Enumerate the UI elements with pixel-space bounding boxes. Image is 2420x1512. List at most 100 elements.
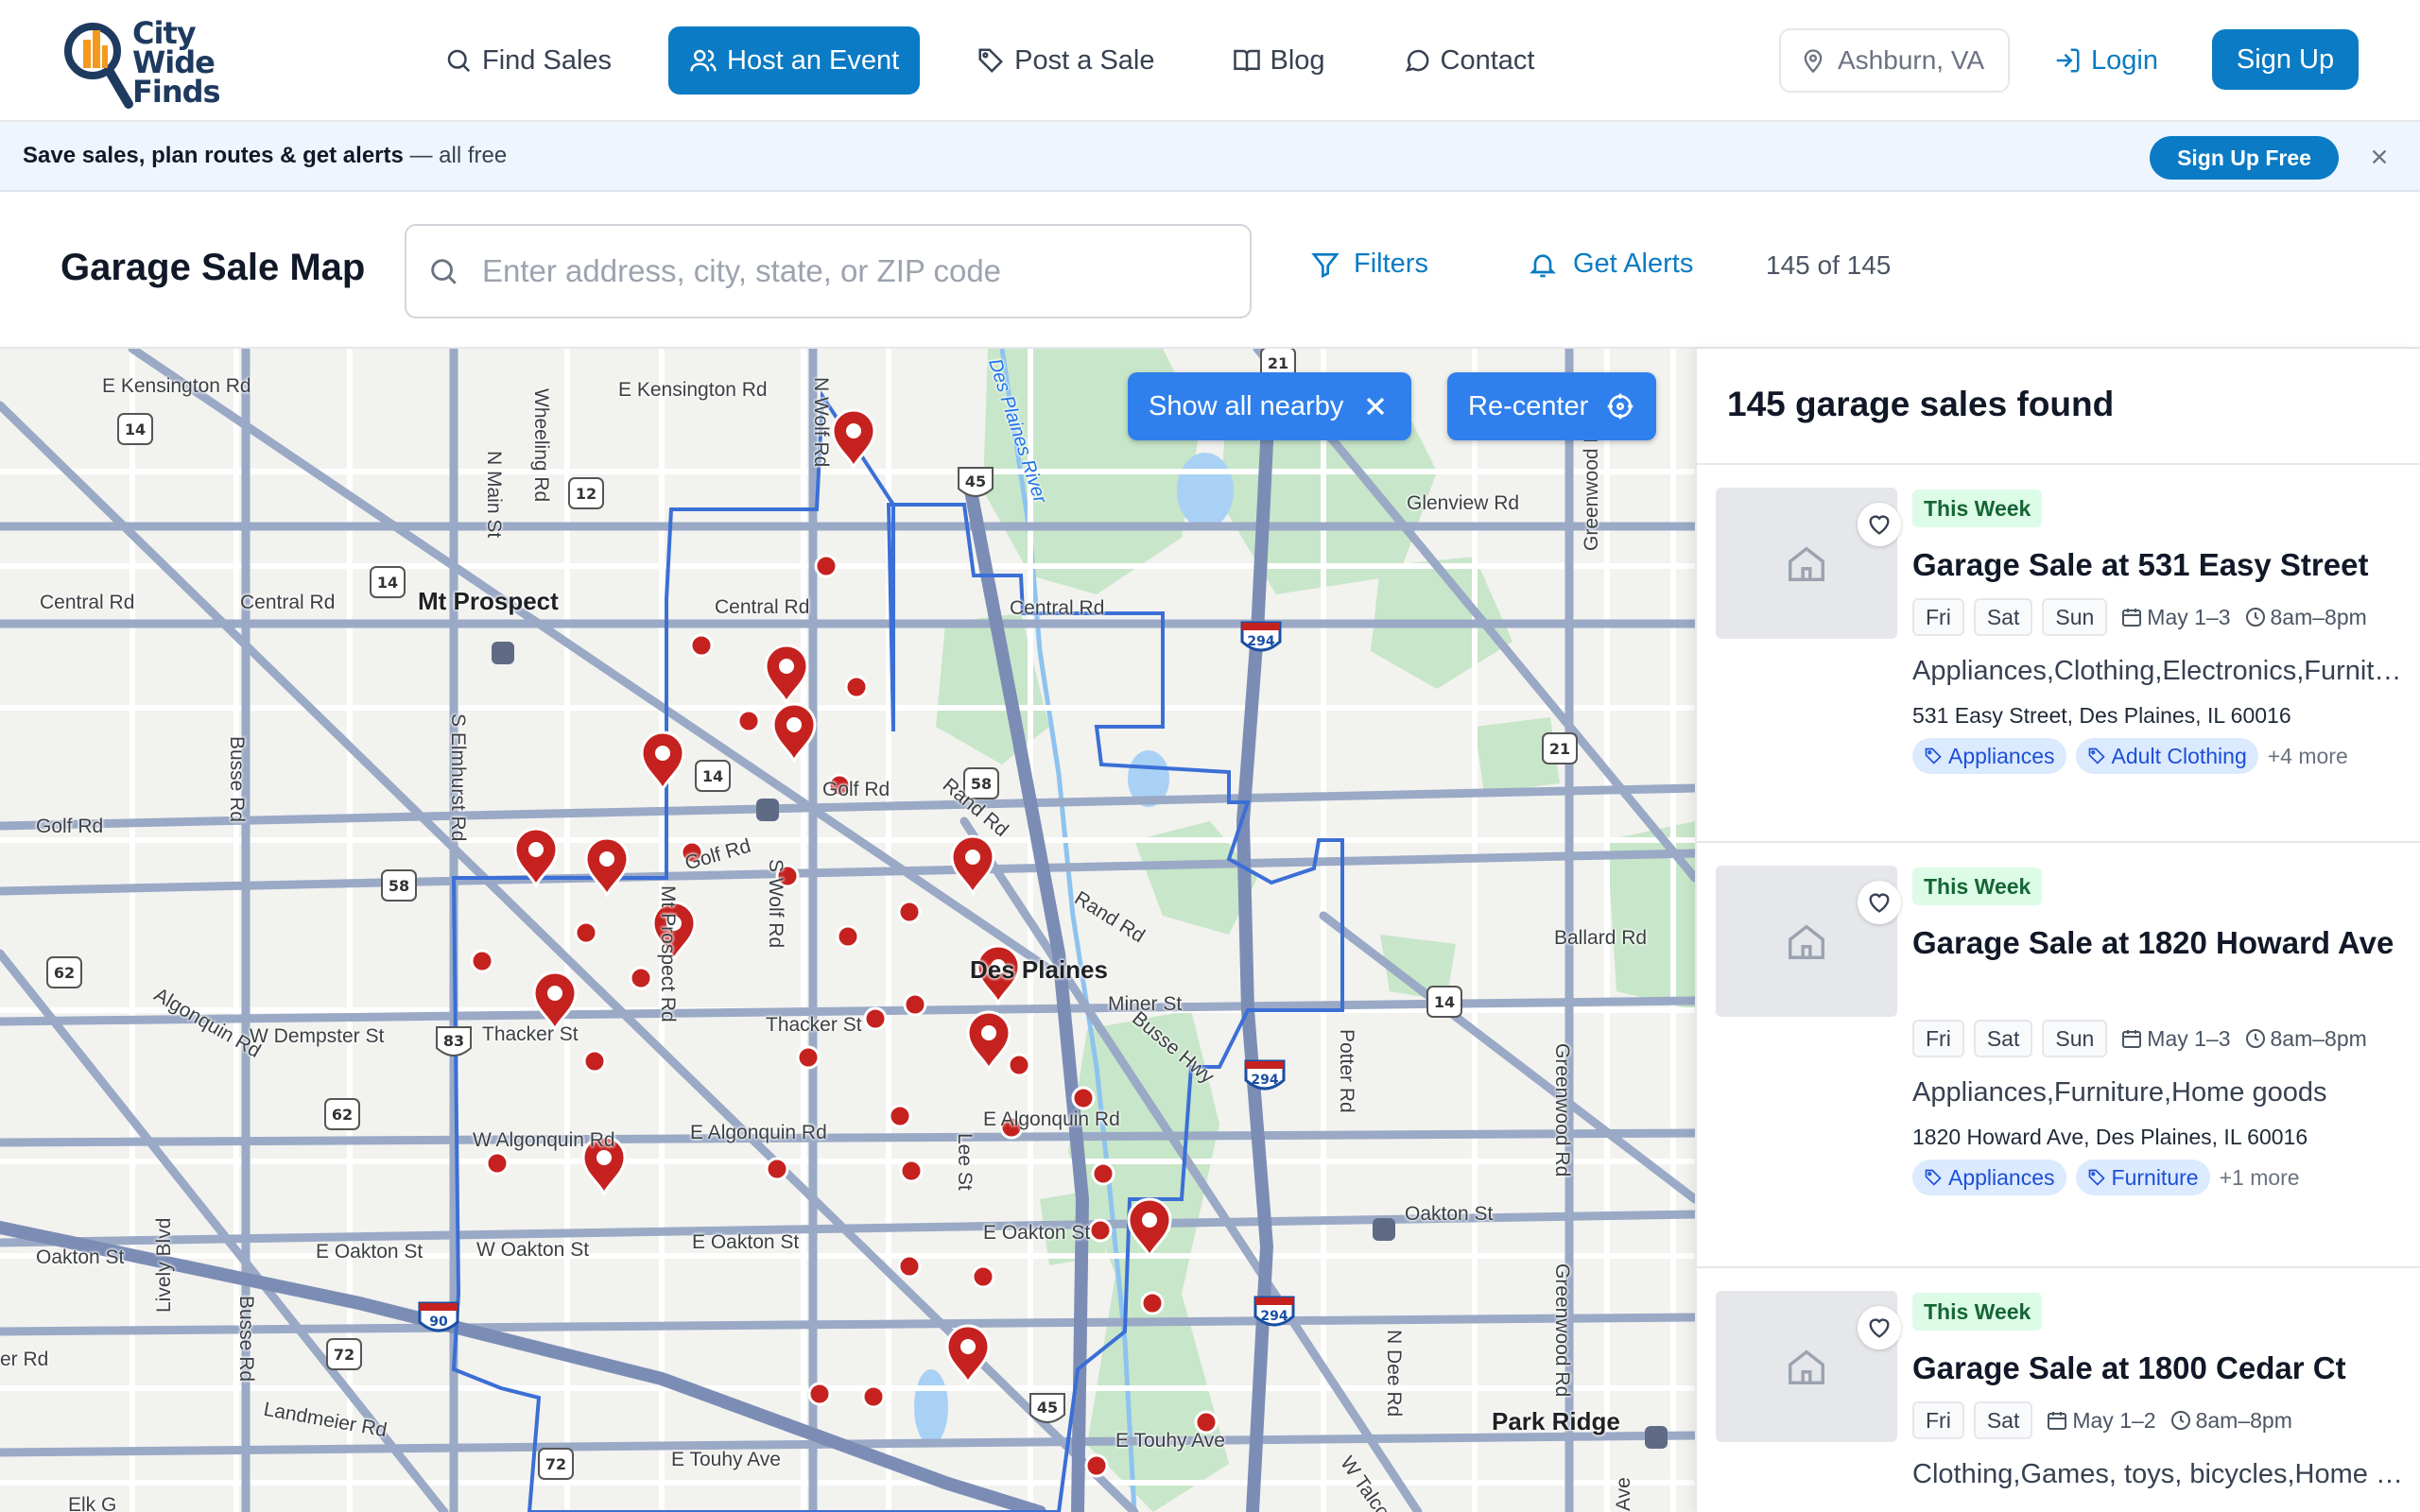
nav-blog[interactable]: Blog <box>1212 26 1346 94</box>
svg-text:14: 14 <box>377 574 398 592</box>
svg-text:21: 21 <box>1268 354 1288 372</box>
sale-days: Fri Sat May 1–2 8am–8pm <box>1912 1400 2292 1440</box>
sale-card[interactable]: This Week Garage Sale at 1800 Cedar Ct F… <box>1697 1268 2420 1512</box>
nav-host-event[interactable]: Host an Event <box>668 26 921 94</box>
category-tag: Adult Clothing <box>2075 738 2258 774</box>
nav-label: Post a Sale <box>1014 44 1155 76</box>
time-text: 8am–8pm <box>2195 1407 2292 1433</box>
map-label: Lee St <box>954 1133 976 1191</box>
map-canvas[interactable]: 14 12 45 21 14 14 294 21 58 14 58 62 83 … <box>0 349 1695 1512</box>
recenter-button[interactable]: Re-center <box>1447 372 1657 440</box>
sale-time: 8am–8pm <box>2169 1408 2292 1434</box>
show-all-nearby-button[interactable]: Show all nearby <box>1128 372 1412 440</box>
map-label: Wheeling Rd <box>530 388 552 503</box>
svg-text:294: 294 <box>1247 634 1274 649</box>
sale-thumbnail <box>1716 866 1901 1017</box>
sale-card[interactable]: This Week Garage Sale at 1820 Howard Ave… <box>1697 843 2420 1268</box>
logo-magnifier-icon <box>64 23 133 109</box>
map-label: S Wolf Rd <box>765 859 786 949</box>
sale-days: Fri Sat Sun May 1–3 8am–8pm <box>1912 1019 2367 1058</box>
map-label: E Algonquin Rd <box>690 1122 827 1143</box>
promo-signup-button[interactable]: Sign Up Free <box>2150 136 2339 180</box>
map-label: er Rd <box>0 1349 49 1370</box>
svg-text:58: 58 <box>389 877 409 895</box>
home-icon <box>1789 1349 1824 1384</box>
calendar-icon <box>2048 1412 2067 1430</box>
sale-card[interactable]: This Week Garage Sale at 531 Easy Street… <box>1697 465 2420 843</box>
nav-post-sale[interactable]: Post a Sale <box>956 26 1175 94</box>
nav-label: Host an Event <box>727 44 900 76</box>
map-label: E Touhy Ave <box>671 1449 781 1470</box>
map-label: Glenview Rd <box>1407 492 1520 514</box>
search-input[interactable] <box>482 253 1238 289</box>
nav-find-sales[interactable]: Find Sales <box>424 26 632 94</box>
filters-button[interactable]: Filters <box>1310 249 1428 280</box>
sale-address: 1820 Howard Ave, Des Plaines, IL 60016 <box>1912 1125 2308 1149</box>
this-week-badge: This Week <box>1912 1293 2043 1331</box>
chat-icon <box>1405 49 1428 72</box>
map-label: W Algonquin Rd <box>473 1129 615 1151</box>
dates-text: May 1–3 <box>2147 1025 2231 1051</box>
svg-text:83: 83 <box>443 1032 464 1050</box>
sale-title[interactable]: Garage Sale at 1800 Cedar Ct <box>1912 1346 2404 1390</box>
filter-icon <box>1311 252 1340 278</box>
this-week-badge: This Week <box>1912 868 2043 905</box>
tag-label: Appliances <box>1948 743 2055 768</box>
sale-categories: Clothing,Games, toys, bicycles,Home good… <box>1912 1459 2404 1489</box>
tag-icon <box>2088 747 2105 765</box>
sale-thumbnail <box>1716 488 1901 639</box>
heart-icon <box>1869 1318 1890 1338</box>
map-label: Elk G <box>68 1494 117 1512</box>
promo-banner: Save sales, plan routes & get alerts — a… <box>0 122 2420 192</box>
favorite-button[interactable] <box>1858 1306 1901 1349</box>
location-selector[interactable]: Ashburn, VA <box>1779 28 2010 93</box>
svg-text:14: 14 <box>125 421 146 438</box>
login-label: Login <box>2091 44 2158 76</box>
login-button[interactable]: Login <box>2053 28 2158 93</box>
day-chip: Sat <box>1973 598 2033 636</box>
sale-dates: May 1–3 <box>2120 1025 2231 1052</box>
map-label: E Algonquin Rd <box>983 1108 1120 1130</box>
sale-tags: Appliances Adult Clothing +4 more <box>1912 737 2348 775</box>
logo-text: City Wide Finds <box>132 15 221 110</box>
filters-label: Filters <box>1354 249 1428 279</box>
results-heading: 145 garage sales found <box>1727 385 2115 423</box>
favorite-button[interactable] <box>1858 881 1901 924</box>
map-label: Mt Prospect Rd <box>657 885 679 1022</box>
show-nearby-label: Show all nearby <box>1149 390 1344 421</box>
clock-icon <box>2245 608 2265 627</box>
promo-close-button[interactable] <box>2363 141 2395 173</box>
logo[interactable]: City Wide Finds <box>60 17 231 112</box>
close-icon <box>2372 149 2387 164</box>
promo-light-text: — all free <box>403 143 508 168</box>
sale-title[interactable]: Garage Sale at 1820 Howard Ave <box>1912 920 2404 965</box>
clock-icon <box>2170 1411 2190 1430</box>
signup-button[interactable]: Sign Up <box>2212 29 2359 90</box>
map-label: Oakton St <box>1405 1203 1494 1225</box>
sale-time: 8am–8pm <box>2244 605 2367 630</box>
tag-icon <box>1925 747 1942 765</box>
nav-contact[interactable]: Contact <box>1382 26 1556 94</box>
map-label: Oakton St <box>36 1246 125 1268</box>
tag-label: Appliances <box>1948 1164 2055 1190</box>
favorite-button[interactable] <box>1858 503 1901 546</box>
map-label: Ave <box>1613 1477 1634 1511</box>
calendar-icon <box>2122 1030 2142 1048</box>
day-chip: Fri <box>1912 1401 1964 1439</box>
results-panel: 145 garage sales found This Week Garage … <box>1695 349 2420 1512</box>
map-label: N Wolf Rd <box>810 377 832 468</box>
sale-title[interactable]: Garage Sale at 531 Easy Street <box>1912 542 2404 587</box>
svg-text:294: 294 <box>1251 1073 1278 1088</box>
heart-icon <box>1869 893 1890 913</box>
get-alerts-button[interactable]: Get Alerts <box>1528 249 1693 280</box>
map-label: W Dempster St <box>250 1025 385 1047</box>
tag-label: Adult Clothing <box>2111 743 2247 768</box>
sale-time: 8am–8pm <box>2244 1026 2367 1052</box>
map-label: Lively Blvd <box>153 1217 175 1313</box>
svg-text:45: 45 <box>1037 1399 1058 1417</box>
map-label: Thacker St <box>766 1014 862 1036</box>
calendar-icon <box>2122 609 2142 627</box>
dates-text: May 1–2 <box>2072 1407 2156 1433</box>
map-label: E Oakton St <box>316 1241 424 1263</box>
day-chip: Sun <box>2042 1020 2108 1057</box>
